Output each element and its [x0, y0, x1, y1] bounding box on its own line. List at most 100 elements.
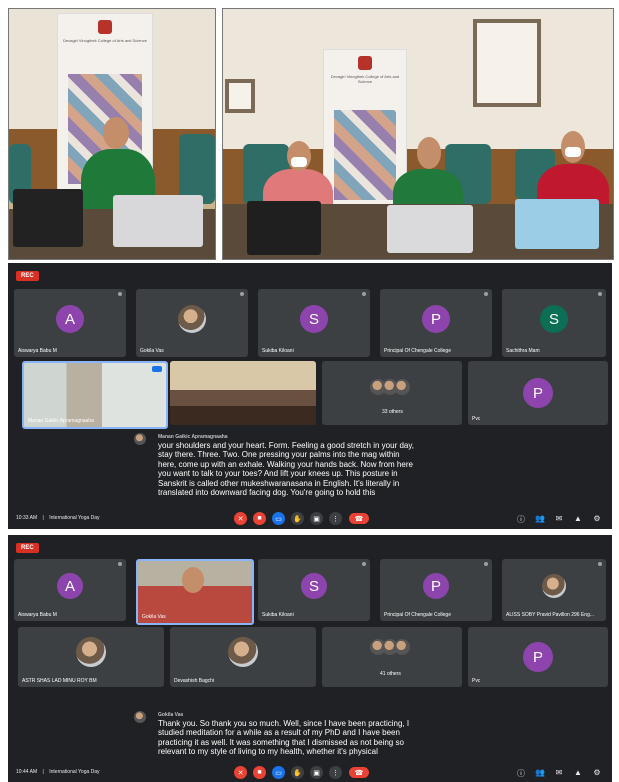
people-icon[interactable]: 👥 [535, 768, 545, 777]
caption-line: relevant to my style of living to my hea… [158, 747, 378, 757]
info-icon[interactable]: ⓘ [516, 514, 526, 525]
more-icon[interactable]: ⋮ [329, 512, 342, 525]
participant-tile[interactable]: S Sukiba Kiloani [258, 289, 370, 357]
recording-badge: REC [16, 271, 39, 281]
others-count: 33 others [382, 409, 403, 415]
meet-window-1: REC A Aiswarya Babu M Gokila Vas S Sukib… [8, 263, 612, 529]
raise-hand-icon[interactable]: ✋ [291, 512, 304, 525]
mic-off-icon[interactable]: ✕ [234, 766, 247, 779]
laptop [113, 195, 203, 247]
people-icon[interactable]: 👥 [535, 514, 545, 523]
caption-line: you want to talk to your toes? And lift … [158, 469, 398, 479]
participant-tile[interactable]: P Pvc [468, 361, 608, 425]
participant-tile[interactable]: P Principal Of Chengale College [380, 559, 492, 621]
participant-tile[interactable]: P Pvc [468, 627, 608, 687]
pin-icon[interactable] [484, 292, 488, 296]
pin-icon[interactable] [118, 562, 122, 566]
pin-icon[interactable] [598, 292, 602, 296]
activities-icon[interactable]: ▲ [573, 768, 583, 777]
pin-icon[interactable] [240, 292, 244, 296]
caption-speaker: Manan Gaikic Apramagnaaha [158, 434, 228, 440]
avatar [76, 637, 106, 667]
clock-time: 10:44 AM [16, 769, 38, 775]
pin-icon[interactable] [362, 292, 366, 296]
captions-icon[interactable]: ▭ [272, 766, 285, 779]
activities-icon[interactable]: ▲ [573, 514, 583, 523]
chat-icon[interactable]: ✉ [554, 514, 564, 523]
participant-name: Principal Of Chengale College [384, 612, 451, 618]
caption-line: practicing it as well. It was something … [158, 737, 404, 747]
caption-speaker: Gokila Vas [158, 712, 184, 718]
video-tile[interactable]: Gokila Vas [136, 559, 254, 625]
end-call-icon[interactable]: ☎ [349, 513, 369, 524]
mic-off-icon[interactable]: ✕ [234, 512, 247, 525]
meeting-name: International Yoga Day [49, 769, 100, 775]
recording-badge: REC [16, 543, 39, 553]
end-call-icon[interactable]: ☎ [349, 767, 369, 778]
photo-left: Devagiri Vinogthek College of Arts and S… [8, 8, 216, 260]
participant-name: Pvc [472, 416, 481, 422]
others-tile[interactable]: 33 others [322, 361, 462, 425]
avatar: A [56, 305, 84, 333]
caption-line: your shoulders and your heart. Form. Fee… [158, 441, 414, 450]
laptop [515, 199, 599, 249]
avatar [542, 574, 566, 598]
banner-text: Devagiri Vinogthek College of Arts and S… [63, 38, 147, 43]
speaker-avatar [134, 433, 146, 445]
participant-tile[interactable]: S Sukiba Kiloani [258, 559, 370, 621]
clock-time: 10:33 AM [16, 515, 38, 521]
participant-tile[interactable]: Devashish Bagchi [170, 627, 316, 687]
video-tile[interactable] [170, 361, 316, 425]
host-controls-icon[interactable]: ⚙ [592, 514, 602, 523]
participant-name: Aiswarya Babu M [18, 612, 57, 618]
info-icon[interactable]: ⓘ [516, 768, 526, 779]
caption-text: Thank you. So thank you so much. Well, s… [158, 719, 528, 757]
participant-name: Devashish Bagchi [174, 678, 215, 684]
video-feed [170, 361, 316, 425]
avatar: P [523, 378, 553, 408]
pin-icon[interactable] [362, 562, 366, 566]
avatar: A [57, 573, 83, 599]
others-count: 41 others [380, 671, 401, 677]
participant-tile[interactable]: ASTR SHAS LAD MINU ROY BM [18, 627, 164, 687]
more-icon[interactable]: ⋮ [329, 766, 342, 779]
participant-name: Sukiba Kiloani [262, 612, 294, 618]
participant-tile[interactable]: P Principal Of Chengale College [380, 289, 492, 357]
present-icon[interactable]: ▣ [310, 766, 323, 779]
caption-line: Thank you. So thank you so much. Well, s… [158, 719, 410, 728]
participant-name: Gokila Vas [140, 348, 164, 354]
audio-indicator-icon [152, 366, 162, 372]
chat-icon[interactable]: ✉ [554, 768, 564, 777]
framed-picture [225, 79, 255, 113]
avatar: S [300, 305, 328, 333]
pin-icon[interactable] [118, 292, 122, 296]
caption-line: stay there. Three. Two. One pressing you… [158, 450, 400, 460]
photo-right: Devagiri Vinogthek College of Arts and S… [222, 8, 614, 260]
avatar [228, 637, 258, 667]
participant-tile[interactable]: ALISS SOBY Pravid Pavillon 296 Eng... [502, 559, 606, 621]
captions-icon[interactable]: ▭ [272, 512, 285, 525]
participant-tile[interactable]: A Aiswarya Babu M [14, 559, 126, 621]
present-icon[interactable]: ▣ [310, 512, 323, 525]
video-tile[interactable]: Manan Gaikic Apramagnaaha [22, 361, 168, 429]
meeting-details: 10:33 AM | International Yoga Day [16, 515, 100, 521]
framed-map [473, 19, 541, 107]
caption-line: translated into downward facing dog. You… [158, 488, 376, 498]
caption-line: Sanskrit is called other mukeshwaranasan… [158, 478, 400, 488]
camera-off-icon[interactable]: ■ [253, 512, 266, 525]
participant-tile[interactable]: A Aiswarya Babu M [14, 289, 126, 357]
avatar: P [423, 573, 449, 599]
host-controls-icon[interactable]: ⚙ [592, 768, 602, 777]
pin-icon[interactable] [484, 562, 488, 566]
participant-name: Manan Gaikic Apramagnaaha [28, 418, 94, 424]
avatar: S [301, 573, 327, 599]
raise-hand-icon[interactable]: ✋ [291, 766, 304, 779]
laptop [247, 201, 321, 255]
participant-name: Pvc [472, 678, 481, 684]
participant-tile[interactable]: Gokila Vas [136, 289, 248, 357]
pin-icon[interactable] [598, 562, 602, 566]
others-tile[interactable]: 41 others [322, 627, 462, 687]
camera-off-icon[interactable]: ■ [253, 766, 266, 779]
participant-tile[interactable]: S Sachithra Mam [502, 289, 606, 357]
caption-line: here, come up with an exhale. Walking yo… [158, 459, 413, 469]
